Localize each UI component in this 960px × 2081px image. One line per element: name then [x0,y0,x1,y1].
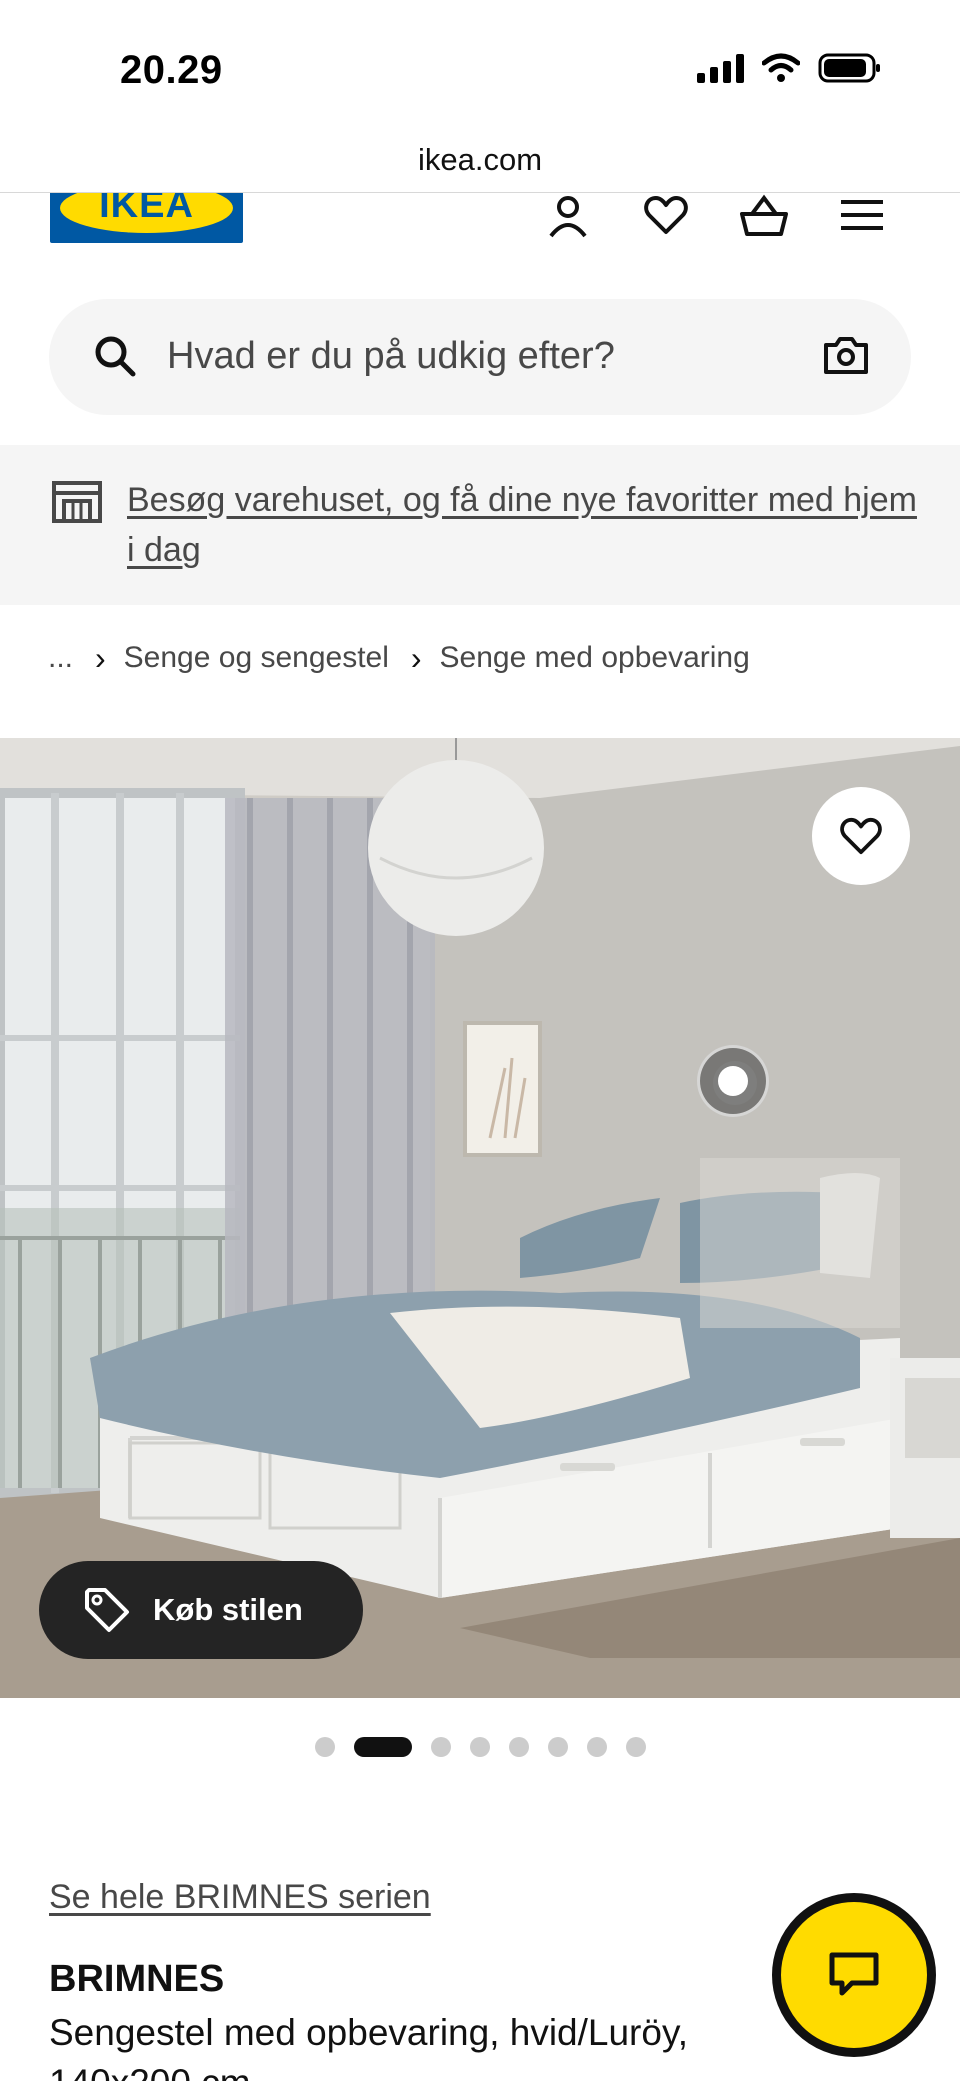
chevron-right-icon: › [95,639,106,676]
series-link[interactable]: Se hele BRIMNES serien [49,1878,431,1917]
site-header: IKEA [0,193,960,283]
bedroom-scene-illustration [0,738,960,1698]
carousel-dot[interactable] [314,1737,335,1757]
chat-icon [829,1952,879,1996]
hotspot-dot [718,1066,748,1096]
status-icons [697,52,882,84]
carousel-dot[interactable] [586,1737,607,1757]
breadcrumb: ... › Senge og sengestel › Senge med opb… [48,636,750,680]
breadcrumb-item-storage-beds[interactable]: Senge med opbevaring [440,641,750,675]
address-bar-url[interactable]: ikea.com [0,142,960,178]
battery-icon [818,53,880,83]
add-to-favourites-button[interactable] [812,787,910,885]
product-image[interactable] [0,738,960,1698]
search-icon [95,336,136,377]
chat-button[interactable] [772,1893,936,2057]
menu-icon[interactable] [834,193,890,243]
wifi-icon [762,53,800,82]
carousel-dot[interactable] [469,1737,490,1757]
store-visit-link[interactable]: Besøg varehuset, og få dine nye favoritt… [127,475,917,575]
carousel-dot[interactable] [508,1737,529,1757]
profile-icon[interactable] [540,193,596,243]
carousel-dot[interactable] [547,1737,568,1757]
product-description: Sengestel med opbevaring, hvid/Luröy, 14… [49,2012,688,2081]
heart-icon [840,817,882,855]
logo-text: IKEA [99,193,194,226]
breadcrumb-ellipsis[interactable]: ... [48,641,73,675]
store-visit-banner: Besøg varehuset, og få dine nye favoritt… [0,445,960,605]
store-icon [52,481,102,523]
image-carousel-indicator [0,1737,960,1757]
search-placeholder: Hvad er du på udkig efter? [167,335,615,377]
camera-icon[interactable] [823,335,869,375]
price-tag-icon [85,1588,129,1632]
basket-icon[interactable] [736,193,792,243]
product-name: BRIMNES [49,1958,225,2000]
cellular-signal-icon [697,53,744,83]
search-input[interactable]: Hvad er du på udkig efter? [49,299,911,415]
status-time: 20.29 [120,48,223,92]
product-hotspot[interactable] [697,1045,769,1117]
carousel-dot[interactable] [625,1737,646,1757]
shop-the-look-button[interactable]: Køb stilen [39,1561,363,1659]
ikea-logo[interactable]: IKEA [50,193,243,243]
heart-icon[interactable] [638,193,694,243]
carousel-dot[interactable] [430,1737,451,1757]
status-bar: 20.29 ikea.com [0,0,960,177]
carousel-dot-active[interactable] [353,1737,412,1757]
breadcrumb-item-beds[interactable]: Senge og sengestel [124,641,389,675]
chevron-right-icon: › [410,639,422,676]
shop-the-look-label: Køb stilen [153,1592,303,1627]
